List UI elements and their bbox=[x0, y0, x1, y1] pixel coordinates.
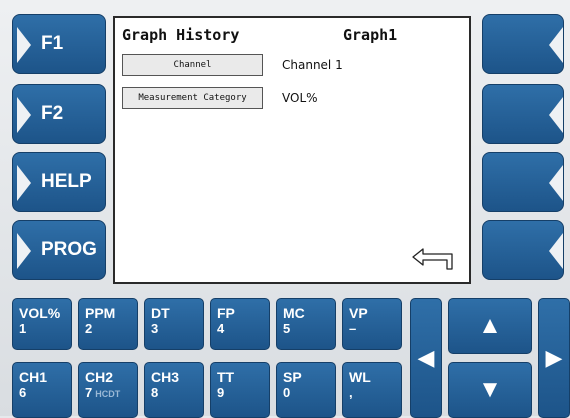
key-digit: 1 bbox=[19, 321, 27, 336]
key-digit: 4 bbox=[217, 321, 225, 336]
arrow-up-icon: ▲ bbox=[478, 312, 502, 339]
key-digit: 3 bbox=[151, 321, 159, 336]
key-notch-icon bbox=[17, 97, 31, 133]
key-label: WL bbox=[349, 369, 371, 385]
f1-key[interactable]: F1 bbox=[12, 14, 106, 74]
key-label: CH1 bbox=[19, 369, 48, 385]
key-digit: 7 HCDT bbox=[85, 385, 137, 402]
key-wl-comma[interactable]: WL , bbox=[342, 362, 402, 418]
help-key[interactable]: HELP bbox=[12, 152, 106, 212]
key-mc-5[interactable]: MC 5 bbox=[276, 298, 336, 350]
right-softkey-1[interactable] bbox=[482, 14, 564, 74]
arrow-down-icon: ▼ bbox=[478, 376, 502, 403]
key-label: PPM bbox=[85, 305, 116, 321]
arrow-right-key[interactable]: ▶ bbox=[538, 298, 570, 418]
key-label: CH2 bbox=[85, 369, 114, 385]
key-vp-minus[interactable]: VP – bbox=[342, 298, 402, 350]
key-digit-value: 7 bbox=[85, 385, 93, 400]
key-sp-0[interactable]: SP 0 bbox=[276, 362, 336, 418]
key-digit: 5 bbox=[283, 321, 291, 336]
key-label: TT bbox=[217, 369, 235, 385]
key-label: VOL% bbox=[19, 305, 61, 321]
arrow-up-key[interactable]: ▲ bbox=[448, 298, 532, 354]
key-digit: 8 bbox=[151, 385, 159, 400]
f2-key-label: F2 bbox=[41, 103, 64, 124]
f2-key[interactable]: F2 bbox=[12, 84, 106, 144]
key-vol-1[interactable]: VOL% 1 bbox=[12, 298, 72, 350]
key-dt-3[interactable]: DT 3 bbox=[144, 298, 204, 350]
key-notch-icon bbox=[549, 165, 563, 201]
channel-button[interactable]: Channel bbox=[122, 54, 263, 76]
right-softkey-4[interactable] bbox=[482, 220, 564, 280]
display-screen: Graph History Graph1 Channel Channel 1 M… bbox=[113, 16, 471, 284]
return-arrow-icon[interactable] bbox=[411, 246, 457, 272]
arrow-down-key[interactable]: ▼ bbox=[448, 362, 532, 418]
key-label: MC bbox=[283, 305, 305, 321]
key-label: CH3 bbox=[151, 369, 180, 385]
key-label: VP bbox=[349, 305, 368, 321]
help-key-label: HELP bbox=[41, 171, 92, 192]
key-notch-icon bbox=[17, 27, 31, 63]
f1-key-label: F1 bbox=[41, 33, 64, 54]
prog-key[interactable]: PROG bbox=[12, 220, 106, 280]
key-sublabel: HCDT bbox=[95, 389, 121, 399]
screen-title: Graph History bbox=[122, 26, 240, 44]
prog-key-label: PROG bbox=[41, 239, 97, 260]
key-notch-icon bbox=[549, 97, 563, 133]
graph-name: Graph1 bbox=[343, 26, 398, 44]
key-notch-icon bbox=[549, 233, 563, 269]
key-ppm-2[interactable]: PPM 2 bbox=[78, 298, 138, 350]
key-label: SP bbox=[283, 369, 302, 385]
arrow-right-icon: ▶ bbox=[545, 345, 563, 370]
key-notch-icon bbox=[17, 165, 31, 201]
key-label: FP bbox=[217, 305, 235, 321]
right-softkey-3[interactable] bbox=[482, 152, 564, 212]
key-ch3-8[interactable]: CH3 8 bbox=[144, 362, 204, 418]
key-label: DT bbox=[151, 305, 170, 321]
key-digit: 0 bbox=[283, 385, 291, 400]
measurement-category-value: VOL% bbox=[282, 91, 318, 105]
arrow-left-icon: ◀ bbox=[417, 345, 435, 370]
arrow-left-key[interactable]: ◀ bbox=[410, 298, 442, 418]
key-digit: – bbox=[349, 321, 357, 336]
instrument-panel: F1 F2 HELP PROG Graph History Graph1 Cha… bbox=[0, 0, 570, 418]
key-digit: 6 bbox=[19, 385, 27, 400]
key-digit: 2 bbox=[85, 321, 93, 336]
key-fp-4[interactable]: FP 4 bbox=[210, 298, 270, 350]
key-ch2-7[interactable]: CH2 7 HCDT bbox=[78, 362, 138, 418]
key-tt-9[interactable]: TT 9 bbox=[210, 362, 270, 418]
right-softkey-2[interactable] bbox=[482, 84, 564, 144]
key-notch-icon bbox=[17, 233, 31, 269]
key-digit: , bbox=[349, 385, 353, 400]
key-ch1-6[interactable]: CH1 6 bbox=[12, 362, 72, 418]
channel-value: Channel 1 bbox=[282, 58, 343, 72]
key-notch-icon bbox=[549, 27, 563, 63]
key-digit: 9 bbox=[217, 385, 225, 400]
measurement-category-button[interactable]: Measurement Category bbox=[122, 87, 263, 109]
